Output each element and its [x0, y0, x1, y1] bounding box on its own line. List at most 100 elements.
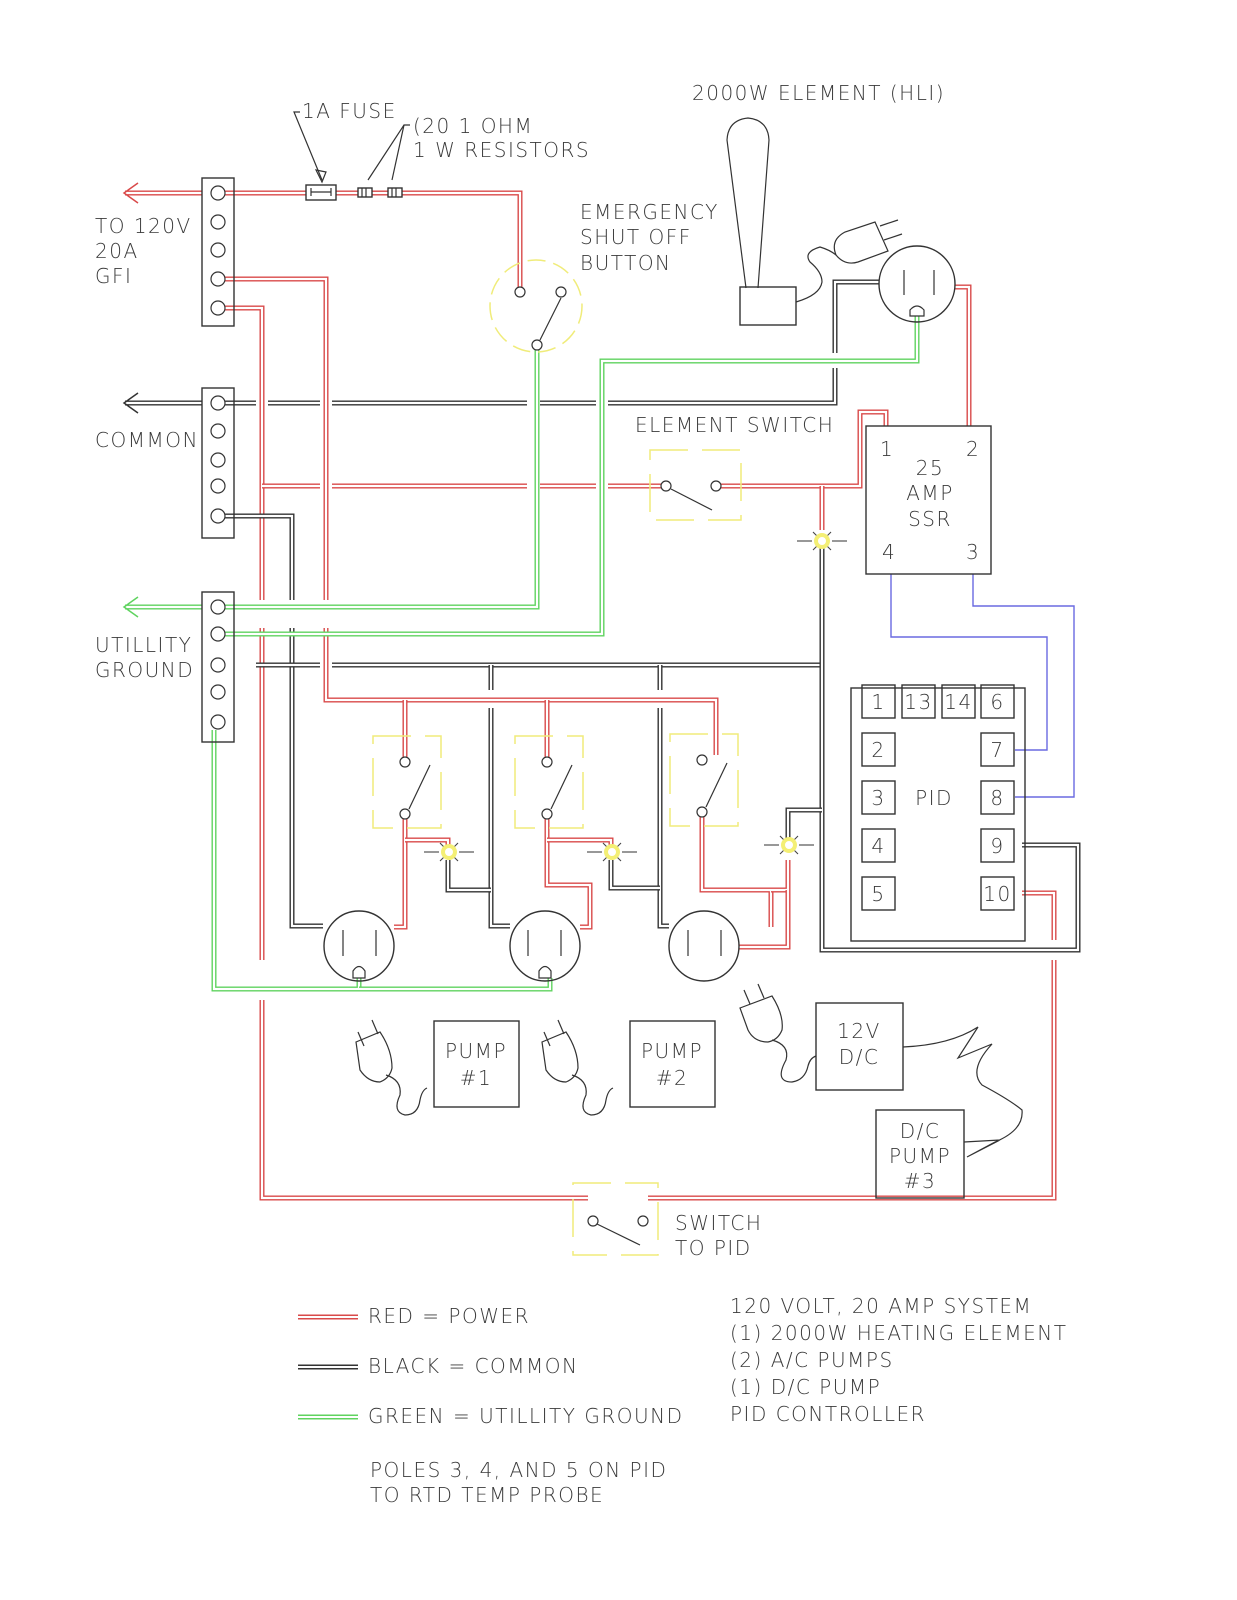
- wire-segment: [608, 368, 838, 406]
- ssr4-to-pid7: [890, 574, 1048, 751]
- ssr-label-line2: AMP: [906, 481, 954, 505]
- indicator-lamp-icon: [424, 842, 474, 862]
- estop-label-line3: BUTTON: [580, 251, 672, 275]
- pid-terminal-7: 7: [980, 732, 1015, 767]
- poles-note-line2: TO RTD TEMP PROBE: [370, 1483, 604, 1507]
- wire-segment: [657, 708, 669, 929]
- indicator-lamps: [424, 531, 847, 862]
- wiring-schematic: 1 2 4 3 25 AMP SSR 1 13 14 6 2 3 4 5 7 8 9 10 PID: [95, 81, 1081, 1507]
- pid-power-switch[interactable]: [572, 1182, 659, 1256]
- wire-segment: [608, 860, 660, 891]
- wire-segment: [832, 279, 879, 353]
- pid-terminal-label: 10: [983, 882, 1011, 906]
- wire-segment: [739, 890, 791, 950]
- poles-note-line1: POLES 3, 4, AND 5 ON PID: [370, 1458, 667, 1482]
- wire-segment: [547, 837, 614, 848]
- pid-terminal-label: 9: [990, 834, 1004, 858]
- ground-label-line1: UTILLITY: [95, 633, 192, 657]
- element-title: 2000W ELEMENT (HLI): [692, 81, 945, 105]
- pid-terminal-10-wire: [1022, 890, 1057, 940]
- legend-label: BLACK = COMMON: [368, 1354, 579, 1378]
- summary-line: (2) A/C PUMPS: [730, 1348, 894, 1372]
- pid-terminal-9: 9: [980, 828, 1015, 863]
- supply-label-line1: TO 120V: [95, 214, 192, 238]
- element-plug-icon: [833, 219, 903, 264]
- pump2-label-line1: PUMP: [641, 1039, 703, 1063]
- system-summary: 120 VOLT, 20 AMP SYSTEM (1) 2000W HEATING…: [730, 1294, 1066, 1426]
- legend-label: RED = POWER: [368, 1304, 530, 1328]
- pid-terminal-label: 4: [871, 834, 885, 858]
- resistors-label-line2: 1 W RESISTORS: [413, 138, 590, 162]
- ssr-terminal-3: 3: [966, 540, 980, 564]
- legend-item: RED = POWER: [298, 1304, 530, 1328]
- pump1-label-line2: #1: [460, 1066, 492, 1090]
- supply-label-line3: GFI: [95, 264, 132, 288]
- wire-segment: [785, 807, 822, 838]
- pump3-label-line2: PUMP: [889, 1144, 951, 1168]
- wire-segment: [359, 978, 553, 992]
- emergency-stop-button[interactable]: [489, 259, 583, 353]
- summary-line: 120 VOLT, 20 AMP SYSTEM: [730, 1294, 1032, 1318]
- dc-supply-label-line2: D/C: [839, 1045, 880, 1069]
- pid-terminal-label: 5: [871, 882, 885, 906]
- indicator-lamp-icon: [764, 835, 814, 855]
- pid-terminal-label: 14: [944, 690, 972, 714]
- pid-terminal-label: 7: [990, 738, 1004, 762]
- ssr-label-line1: 25: [916, 456, 944, 480]
- ssr-to-receptacle: [955, 284, 972, 426]
- ssr-terminal-4: 4: [882, 540, 896, 564]
- element-receptacle: [878, 245, 956, 323]
- pid-terminal-label: 2: [871, 738, 885, 762]
- wire-segment: [771, 860, 791, 893]
- pump1-receptacle: [323, 910, 395, 982]
- wire-segment: [699, 817, 774, 927]
- pump2-receptacle: [509, 910, 581, 982]
- pid-terminal-5: 5: [861, 876, 896, 911]
- summary-line: (1) D/C PUMP: [730, 1375, 881, 1399]
- wire-segment: [225, 305, 265, 600]
- ground-label-line2: GROUND: [95, 658, 194, 682]
- pid-terminal-8: 8: [980, 780, 1015, 815]
- ssr-terminal-1: 1: [880, 437, 894, 461]
- resistor-leader: [367, 124, 410, 181]
- legend-item: BLACK = COMMON: [298, 1354, 579, 1378]
- pump3-label-line3: #3: [904, 1169, 936, 1193]
- pid-terminal-10: 10: [980, 876, 1015, 911]
- element-ground-wire: [225, 316, 920, 637]
- wire-segment: [648, 960, 1057, 1201]
- legend: RED = POWER BLACK = COMMON GREEN = UTILLIT…: [298, 1304, 683, 1428]
- pump3-switch[interactable]: [669, 733, 739, 827]
- ground-bus-bar: [201, 591, 235, 743]
- pid-terminal-label: 8: [990, 786, 1004, 810]
- pid-switch-label-line2: TO PID: [675, 1236, 752, 1260]
- fuse-label: 1A FUSE: [302, 99, 397, 123]
- estop-label-line1: EMERGENCY: [580, 200, 719, 224]
- fuse-icon: [305, 184, 337, 201]
- legend-label: GREEN = UTILLITY GROUND: [368, 1404, 683, 1428]
- pid-terminal-label: 3: [871, 786, 885, 810]
- pid-terminal-13: 13: [901, 684, 936, 719]
- wire-segment: [225, 513, 295, 600]
- ssr-label-line3: SSR: [908, 507, 952, 531]
- indicator-lamp-icon: [797, 531, 847, 551]
- heating-element-icon: [726, 117, 837, 326]
- legend-item: GREEN = UTILLITY GROUND: [298, 1404, 683, 1428]
- pump3-label-line1: D/C: [900, 1119, 941, 1143]
- pump3-receptacle: [668, 910, 740, 982]
- pid-switch-label-line1: SWITCH: [675, 1211, 762, 1235]
- pump3-plug-icon: [739, 983, 817, 1083]
- resistors-label-line1: (20 1 OHM: [413, 114, 533, 138]
- wire-segment: [445, 860, 491, 893]
- estop-ground-wire: [225, 350, 540, 610]
- pid-label: PID: [915, 786, 953, 810]
- pid-terminal-label: 6: [990, 690, 1004, 714]
- ssr-terminal-2: 2: [966, 437, 980, 461]
- element-switch-label: ELEMENT SWITCH: [635, 413, 834, 437]
- dc-supply-label-line1: 12V: [837, 1019, 881, 1043]
- power-bus-bar: [201, 177, 235, 327]
- pid-terminal-1: 1: [861, 684, 896, 719]
- pid-terminal-4: 4: [861, 828, 896, 863]
- pump2-label-line2: #2: [656, 1066, 688, 1090]
- wire-segment: [289, 665, 323, 929]
- wire-segment: [488, 708, 510, 929]
